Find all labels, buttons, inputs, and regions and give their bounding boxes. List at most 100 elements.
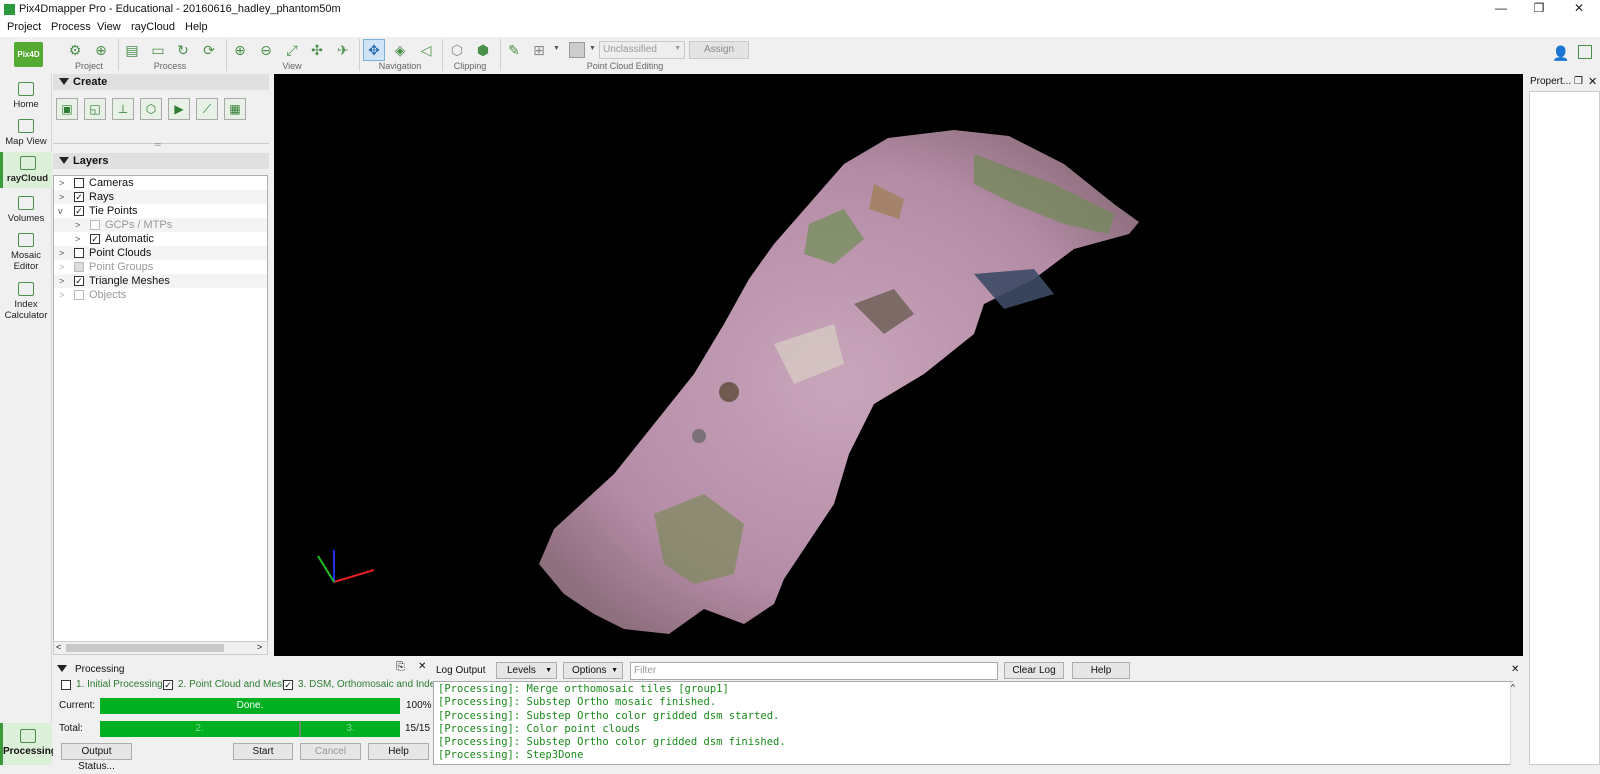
reoptimize-icon[interactable]: ↻: [172, 39, 194, 61]
float-panel-icon[interactable]: ❐: [1574, 76, 1583, 87]
step-1-checkbox[interactable]: [61, 680, 71, 690]
layer-checkbox[interactable]: [74, 290, 84, 300]
splitter-handle-icon[interactable]: ═: [155, 140, 161, 149]
expand-icon[interactable]: >: [59, 246, 64, 260]
scrollbar-thumb[interactable]: [66, 644, 224, 652]
create-surface-icon[interactable]: ▣: [56, 98, 78, 120]
edit-points-icon[interactable]: ✎: [503, 39, 525, 61]
open-project-icon[interactable]: ▭: [147, 39, 169, 61]
layer-checkbox[interactable]: [74, 248, 84, 258]
nav-volumes[interactable]: Volumes: [0, 196, 52, 224]
restore-button[interactable]: ❐: [1522, 0, 1556, 19]
clear-log-button[interactable]: Clear Log: [1004, 662, 1064, 679]
clipping-box-icon[interactable]: ⬡: [446, 39, 468, 61]
menu-help[interactable]: Help: [185, 21, 208, 33]
dropdown-arrow-icon[interactable]: ▼: [553, 45, 560, 52]
layer-checkbox[interactable]: [90, 220, 100, 230]
rematch-icon[interactable]: ⟳: [198, 39, 220, 61]
layer-tie-points[interactable]: v ✓ Tie Points: [54, 204, 267, 218]
options-dropdown[interactable]: Options ▼: [563, 662, 623, 679]
class-select[interactable]: Unclassified ▼: [599, 41, 685, 59]
user-account-icon[interactable]: 👤: [1552, 45, 1569, 62]
expand-icon[interactable]: >: [75, 232, 80, 246]
layer-cameras[interactable]: > Cameras: [54, 176, 267, 190]
close-panel-icon[interactable]: ✕: [1588, 75, 1597, 88]
log-vertical-scrollbar[interactable]: [1510, 682, 1520, 765]
close-button[interactable]: ✕: [1562, 0, 1596, 19]
expand-icon[interactable]: >: [59, 288, 64, 302]
first-person-navigation-icon[interactable]: ◈: [389, 39, 411, 61]
layer-checkbox[interactable]: [74, 178, 84, 188]
layer-objects[interactable]: > Objects: [54, 288, 267, 302]
layer-rays[interactable]: > ✓ Rays: [54, 190, 267, 204]
create-panel-header[interactable]: Create: [53, 74, 269, 90]
layer-gcps-mtps[interactable]: > GCPs / MTPs: [54, 218, 267, 232]
step-2-checkbox[interactable]: ✓: [163, 680, 173, 690]
log-text-area[interactable]: [Processing]: Merge orthomosaic tiles [g…: [433, 681, 1513, 765]
menu-view[interactable]: View: [97, 21, 121, 33]
create-polyline-icon[interactable]: ◱: [84, 98, 106, 120]
layer-triangle-meshes[interactable]: > ✓ Triangle Meshes: [54, 274, 267, 288]
create-volume-icon[interactable]: ⬡: [140, 98, 162, 120]
layer-checkbox[interactable]: ✓: [74, 276, 84, 286]
scroll-up-icon[interactable]: ^: [1511, 683, 1515, 692]
help-button[interactable]: Help: [368, 743, 429, 760]
panel-layout-icon[interactable]: [1578, 45, 1592, 59]
nav-home[interactable]: Home: [0, 82, 52, 110]
levels-dropdown[interactable]: Levels ▼: [496, 662, 557, 679]
layer-checkbox[interactable]: [74, 262, 84, 272]
layer-checkbox[interactable]: ✓: [74, 206, 84, 216]
step-3-checkbox[interactable]: ✓: [283, 680, 293, 690]
add-class-icon[interactable]: ⊞: [528, 39, 550, 61]
collapse-icon[interactable]: [57, 665, 67, 672]
layer-automatic[interactable]: > ✓ Automatic: [54, 232, 267, 246]
scroll-left-icon[interactable]: <: [56, 642, 61, 652]
log-filter-input[interactable]: Filter: [630, 662, 998, 680]
nav-index-calculator[interactable]: Index Calculator: [0, 282, 52, 321]
menu-process[interactable]: Process: [51, 21, 91, 33]
orbit-navigation-icon[interactable]: ◁: [415, 39, 437, 61]
scroll-right-icon[interactable]: >: [257, 642, 262, 652]
create-axis-icon[interactable]: ⊥: [112, 98, 134, 120]
cancel-button[interactable]: Cancel: [300, 743, 361, 760]
clipping-toggle-icon[interactable]: ⬢: [472, 39, 494, 61]
class-color-swatch[interactable]: [569, 42, 585, 58]
zoom-in-icon[interactable]: ⊕: [229, 39, 251, 61]
project-properties-icon[interactable]: ⚙: [64, 39, 86, 61]
zoom-all-icon[interactable]: ✣: [306, 39, 328, 61]
nav-raycloud[interactable]: rayCloud: [0, 152, 52, 188]
zoom-fit-icon[interactable]: ⤢: [281, 39, 303, 61]
expand-icon[interactable]: >: [59, 260, 64, 274]
layer-checkbox[interactable]: ✓: [74, 192, 84, 202]
nav-mosaic-editor[interactable]: Mosaic Editor: [0, 233, 52, 272]
fly-view-icon[interactable]: ✈: [332, 39, 354, 61]
output-status-button[interactable]: Output Status...: [61, 743, 132, 772]
layers-panel-header[interactable]: Layers: [53, 153, 269, 169]
pix4d-logo[interactable]: Pix4D: [14, 42, 43, 67]
expand-icon[interactable]: >: [75, 218, 80, 232]
menu-project[interactable]: Project: [7, 21, 41, 33]
new-project-icon[interactable]: ▤: [121, 39, 143, 61]
gcp-manager-icon[interactable]: ⊕: [90, 39, 112, 61]
layer-checkbox[interactable]: ✓: [90, 234, 100, 244]
expand-icon[interactable]: >: [59, 274, 64, 288]
create-measure-icon[interactable]: ⟋: [196, 98, 218, 120]
expand-icon[interactable]: >: [59, 190, 64, 204]
create-video-icon[interactable]: ▶: [168, 98, 190, 120]
log-help-button[interactable]: Help: [1072, 662, 1130, 679]
layer-point-groups[interactable]: > Point Groups: [54, 260, 267, 274]
export-icon[interactable]: ⎘: [396, 661, 405, 674]
create-area-icon[interactable]: ▦: [224, 98, 246, 120]
nav-processing[interactable]: Processing: [0, 723, 57, 765]
collapse-chevron-icon[interactable]: v: [58, 204, 63, 218]
menu-raycloud[interactable]: rayCloud: [131, 21, 175, 33]
trackball-navigation-icon[interactable]: ✥: [363, 39, 385, 61]
raycloud-3d-viewport[interactable]: [274, 74, 1523, 656]
minimize-button[interactable]: —: [1484, 0, 1518, 19]
color-dropdown-icon[interactable]: ▼: [589, 45, 596, 52]
assign-button[interactable]: Assign: [689, 41, 749, 59]
close-panel-icon[interactable]: ✕: [418, 661, 426, 672]
close-log-icon[interactable]: ✕: [1511, 664, 1519, 675]
start-button[interactable]: Start: [233, 743, 293, 760]
layer-point-clouds[interactable]: > Point Clouds: [54, 246, 267, 260]
